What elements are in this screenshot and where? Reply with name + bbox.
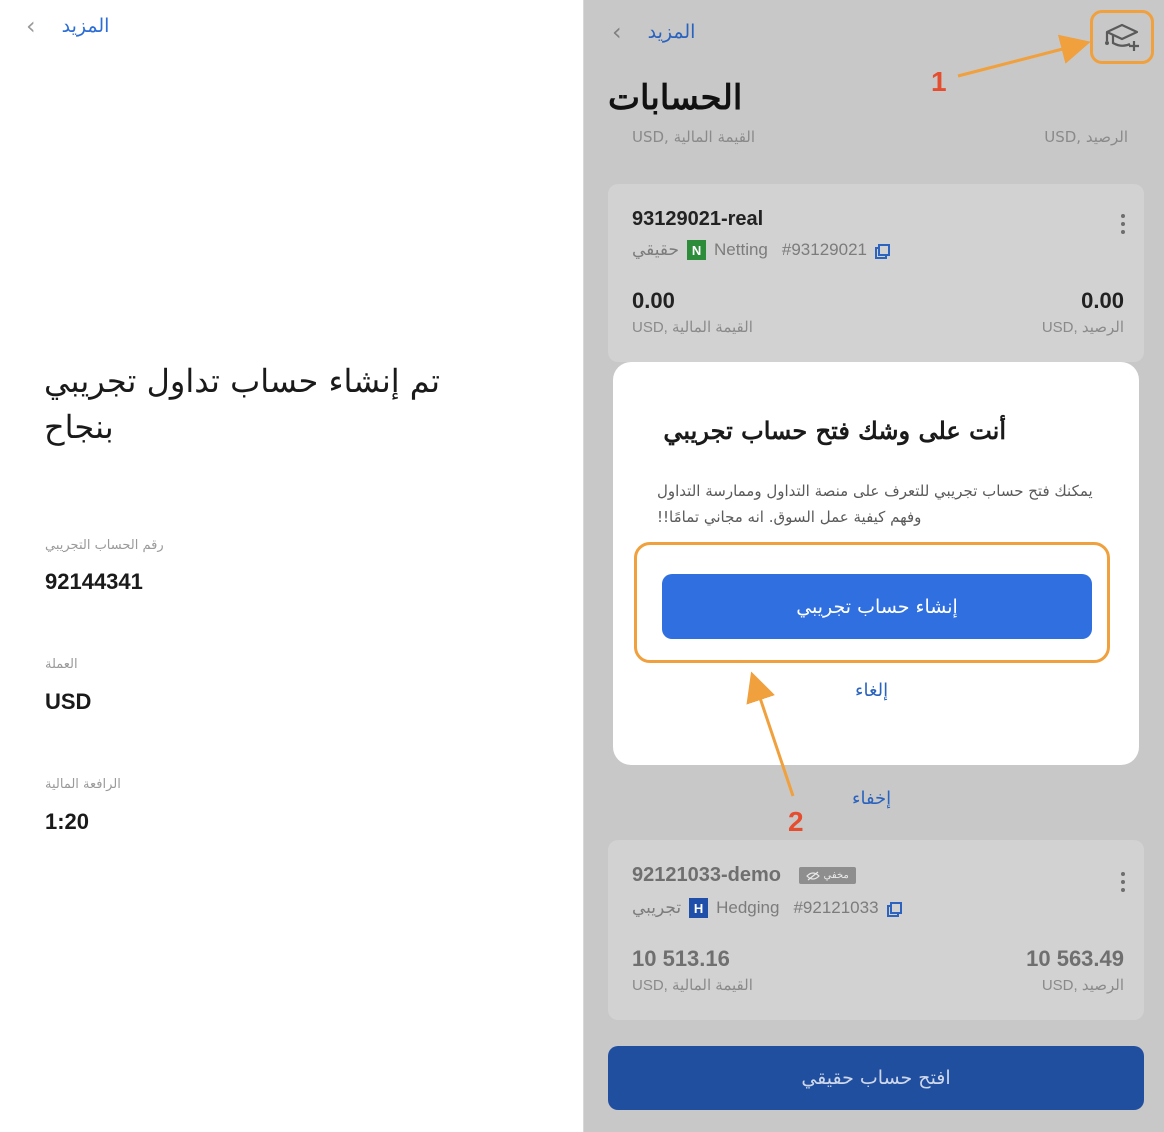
hidden-badge-label: مخفي (823, 870, 849, 882)
netting-badge-icon: N (687, 240, 707, 260)
open-real-account-button[interactable]: افتح حساب حقيقي (608, 1046, 1144, 1110)
hide-link[interactable]: إخفاء (852, 788, 891, 809)
currency-value: USD (45, 689, 92, 714)
account-created-screen: ‹ المزيد تم إنشاء حساب تداول تجريبي بنجا… (0, 0, 583, 1132)
balance-label: USD, الرصيد (1044, 128, 1128, 146)
more-options-icon[interactable] (1118, 214, 1128, 234)
create-demo-account-button[interactable]: إنشاء حساب تجريبي (662, 574, 1092, 639)
success-title: تم إنشاء حساب تداول تجريبي بنجاح (44, 362, 440, 446)
equity-value: 0.00 (632, 288, 675, 313)
arrow-step-1 (957, 34, 1091, 78)
hedging-badge-icon: H (689, 898, 709, 918)
account-type: حقيقي (632, 240, 680, 259)
back-button[interactable]: ‹ المزيد (612, 20, 695, 44)
more-options-icon[interactable] (1118, 872, 1128, 892)
partial-account-row: USD, القيمة المالية USD, الرصيد (608, 128, 1144, 150)
cancel-link[interactable]: إلغاء (855, 680, 888, 701)
step-1-label: 1 (931, 66, 947, 97)
leverage-label: الرافعة المالية (45, 777, 121, 792)
account-meta: حقيقي N Netting #93129021 (632, 240, 890, 260)
demo-account-number-value: 92144341 (45, 569, 143, 594)
account-card[interactable]: 93129021-real حقيقي N Netting #93129021 … (608, 184, 1144, 362)
leverage-value: 1:20 (45, 809, 90, 834)
chevron-left-icon: ‹ (612, 18, 622, 46)
account-name: 92121033-demo (632, 864, 781, 886)
page-title: الحسابات (608, 78, 743, 118)
equity-label: USD, القيمة المالية (632, 319, 753, 336)
back-label: المزيد (61, 14, 110, 37)
equity-value: 10 513.16 (632, 946, 730, 971)
create-button-highlight: إنشاء حساب تجريبي (634, 542, 1110, 663)
account-card[interactable]: 92121033-demo مخفي تجريبي H Hedging #921… (608, 840, 1144, 1020)
balance-label: USD, الرصيد (1041, 319, 1124, 336)
demo-account-number-label: رقم الحساب التجريبي (45, 538, 164, 553)
demo-account-dialog: أنت على وشك فتح حساب تجريبي يمكنك فتح حس… (613, 362, 1139, 765)
step-2-label: 2 (788, 806, 804, 837)
eye-off-icon (805, 871, 820, 881)
back-label: المزيد (647, 20, 696, 43)
account-id: #92121033 (793, 898, 879, 917)
copy-icon[interactable] (874, 244, 890, 259)
accounts-screen: ‹ المزيد الحسابات USD, القيمة المالية US… (584, 0, 1164, 1132)
account-id: #93129021 (781, 240, 867, 259)
equity-label: USD, القيمة المالية (632, 977, 753, 994)
balance-value: 0.00 (1081, 288, 1124, 313)
copy-icon[interactable] (886, 902, 902, 917)
balance-value: 10 563.49 (1026, 946, 1124, 971)
chevron-left-icon: ‹ (26, 12, 36, 40)
account-type: تجريبي (632, 898, 682, 917)
balance-label: USD, الرصيد (1041, 977, 1124, 994)
account-name-row: 92121033-demo مخفي (632, 864, 856, 887)
dialog-title: أنت على وشك فتح حساب تجريبي (663, 416, 1006, 445)
back-button[interactable]: ‹ المزيد (26, 14, 109, 38)
account-meta: تجريبي H Hedging #92121033 (632, 898, 902, 918)
currency-label: العملة (45, 657, 78, 672)
equity-label: USD, القيمة المالية (632, 128, 756, 146)
account-name: 93129021-real (632, 208, 764, 230)
account-mode: Netting (714, 240, 768, 259)
graduation-cap-plus-icon (1105, 23, 1139, 51)
open-demo-account-button[interactable] (1090, 10, 1154, 64)
hidden-badge: مخفي (798, 867, 856, 885)
dialog-body: يمكنك فتح حساب تجريبي للتعرف على منصة ال… (657, 482, 1093, 526)
account-mode: Hedging (716, 898, 780, 917)
